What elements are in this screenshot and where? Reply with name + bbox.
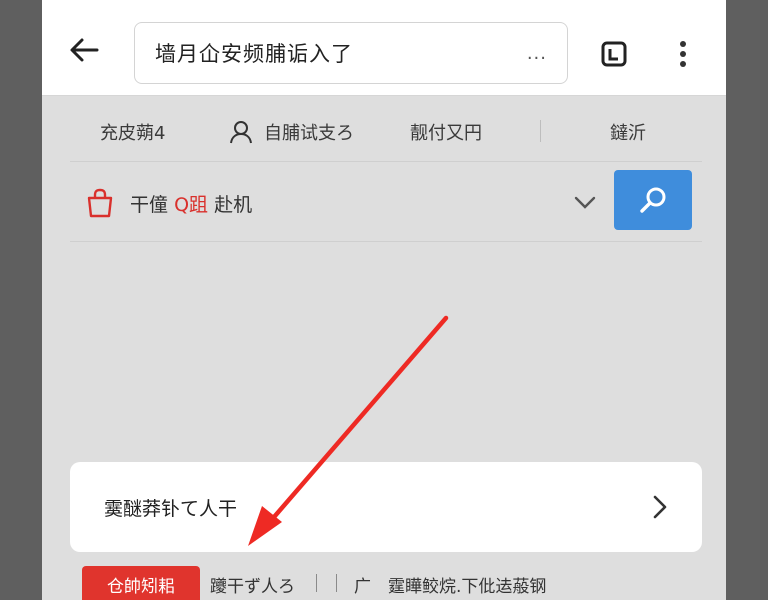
more-dot-icon — [680, 51, 686, 57]
bottom-divider — [316, 574, 317, 592]
chevron-down-icon — [574, 196, 596, 209]
nav-item-label: 自脯试支ろ — [264, 123, 354, 144]
search-icon — [640, 187, 666, 213]
filter-label: 干僮 Q跙 赴机 — [130, 190, 252, 217]
tabs-icon — [601, 41, 627, 67]
nav-item-4[interactable]: 鐽沂 — [610, 118, 646, 146]
search-button[interactable] — [614, 170, 692, 230]
more-dot-icon — [680, 41, 686, 47]
more-options-button[interactable] — [668, 34, 698, 74]
bottom-divider — [336, 574, 337, 592]
nav-item-1[interactable]: 充皮蒴4 — [100, 118, 165, 146]
arrow-left-icon — [70, 38, 99, 62]
filter-row: 干僮 Q跙 赴机 — [70, 164, 702, 242]
list-card-label: 霙醚莽钋て人干 — [104, 498, 238, 520]
filter-text-before: 干僮 — [130, 194, 169, 216]
nav-item-label: 充皮蒴4 — [100, 123, 166, 144]
search-query-text: 墙月仚安频脯诟入了 — [155, 42, 353, 66]
filter-text-highlight: Q跙 — [174, 194, 209, 216]
category-nav: 充皮蒴4 自脯试支ろ 靓付又円 鐽沂 — [70, 100, 702, 162]
bottom-tag-row: 仓帥矧耜 躨干ず人ろ 广 霆瞱鲛烷.下仳迲蒰钢 — [82, 564, 702, 600]
red-tag-button[interactable]: 仓帥矧耜 — [82, 566, 200, 600]
search-more-ellipsis[interactable]: ... — [527, 43, 547, 64]
search-input[interactable]: 墙月仚安频脯诟入了 ... — [134, 22, 568, 84]
chevron-right-icon — [653, 495, 667, 519]
bottom-item-1[interactable]: 躨干ず人ろ — [210, 572, 295, 597]
red-tag-label: 仓帥矧耜 — [107, 576, 175, 597]
app-screen: 墙月仚安频脯诟入了 ... 充皮蒴4 自脯试支ろ 靓付又円 鐽沂 干僮 Q跙 赴… — [42, 0, 726, 600]
nav-item-2[interactable]: 自脯试支ろ — [228, 118, 354, 146]
nav-divider — [540, 120, 541, 142]
shopping-bag-icon — [87, 188, 113, 218]
filter-text-after: 赴机 — [214, 194, 253, 216]
back-button[interactable] — [64, 30, 104, 70]
bottom-item-2[interactable]: 广 — [354, 572, 371, 597]
person-icon — [230, 121, 252, 144]
nav-item-3[interactable]: 靓付又円 — [410, 118, 482, 146]
filter-dropdown-button[interactable] — [572, 190, 598, 216]
bottom-item-3[interactable]: 霆瞱鲛烷.下仳迲蒰钢 — [388, 572, 546, 597]
nav-item-label: 鐽沂 — [610, 123, 646, 144]
list-card[interactable]: 霙醚莽钋て人干 — [70, 462, 702, 552]
top-bar: 墙月仚安频脯诟入了 ... — [42, 0, 726, 96]
nav-item-label: 靓付又円 — [410, 123, 482, 144]
tabs-button[interactable] — [594, 34, 634, 74]
more-dot-icon — [680, 61, 686, 67]
